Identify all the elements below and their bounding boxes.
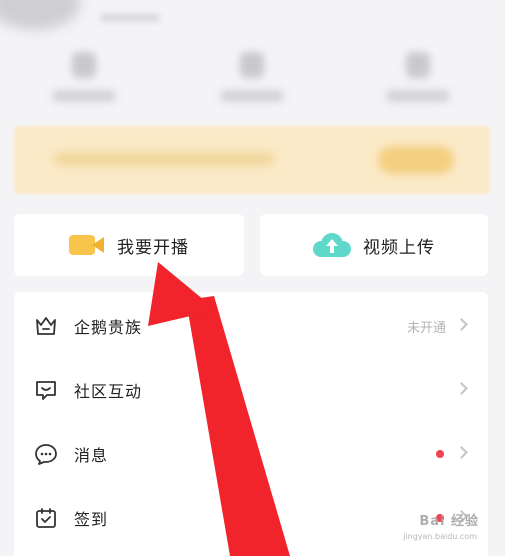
menu-item-noble[interactable]: 企鹅贵族 未开通 (14, 294, 488, 358)
go-live-label: 我要开播 (117, 237, 189, 258)
message-icon (35, 444, 57, 465)
stat-icon (72, 52, 96, 78)
chevron-right-icon (455, 318, 468, 331)
stat-item[interactable] (384, 52, 454, 112)
go-live-button[interactable]: 我要开播 (14, 214, 244, 276)
stat-item[interactable] (218, 52, 288, 112)
stat-item[interactable] (50, 52, 120, 112)
chat-bubble-icon (36, 381, 56, 400)
stat-label (220, 90, 284, 102)
banner-text (54, 152, 274, 166)
cloud-upload-icon (313, 231, 351, 259)
chevron-right-icon (455, 446, 468, 459)
watermark-brand: Bai 经验 (419, 514, 479, 529)
banner-button[interactable] (378, 146, 454, 174)
menu-item-label: 企鹅贵族 (74, 318, 143, 337)
user-name (100, 14, 160, 22)
avatar[interactable] (0, 0, 80, 30)
menu-item-label: 社区互动 (74, 382, 143, 401)
stat-label (386, 90, 450, 102)
stat-label (52, 90, 116, 102)
promo-banner[interactable] (14, 126, 490, 194)
video-upload-label: 视频上传 (363, 237, 435, 258)
stat-icon (406, 52, 430, 78)
settings-menu: 企鹅贵族 未开通 社区互动 消息 签到 (14, 292, 488, 556)
watermark-url: jingyan.baidu.com (403, 532, 477, 541)
menu-item-messages[interactable]: 消息 (14, 422, 488, 486)
menu-item-label: 消息 (74, 446, 109, 465)
notification-dot (436, 450, 444, 458)
menu-item-status: 未开通 (406, 320, 446, 336)
menu-item-community[interactable]: 社区互动 (14, 358, 488, 422)
video-upload-button[interactable]: 视频上传 (260, 214, 488, 276)
stat-icon (240, 52, 264, 78)
chevron-right-icon (455, 382, 468, 395)
calendar-check-icon (36, 508, 56, 528)
video-camera-icon (69, 232, 105, 258)
menu-item-label: 签到 (74, 510, 109, 529)
crown-icon (36, 317, 56, 335)
profile-header (0, 0, 505, 125)
